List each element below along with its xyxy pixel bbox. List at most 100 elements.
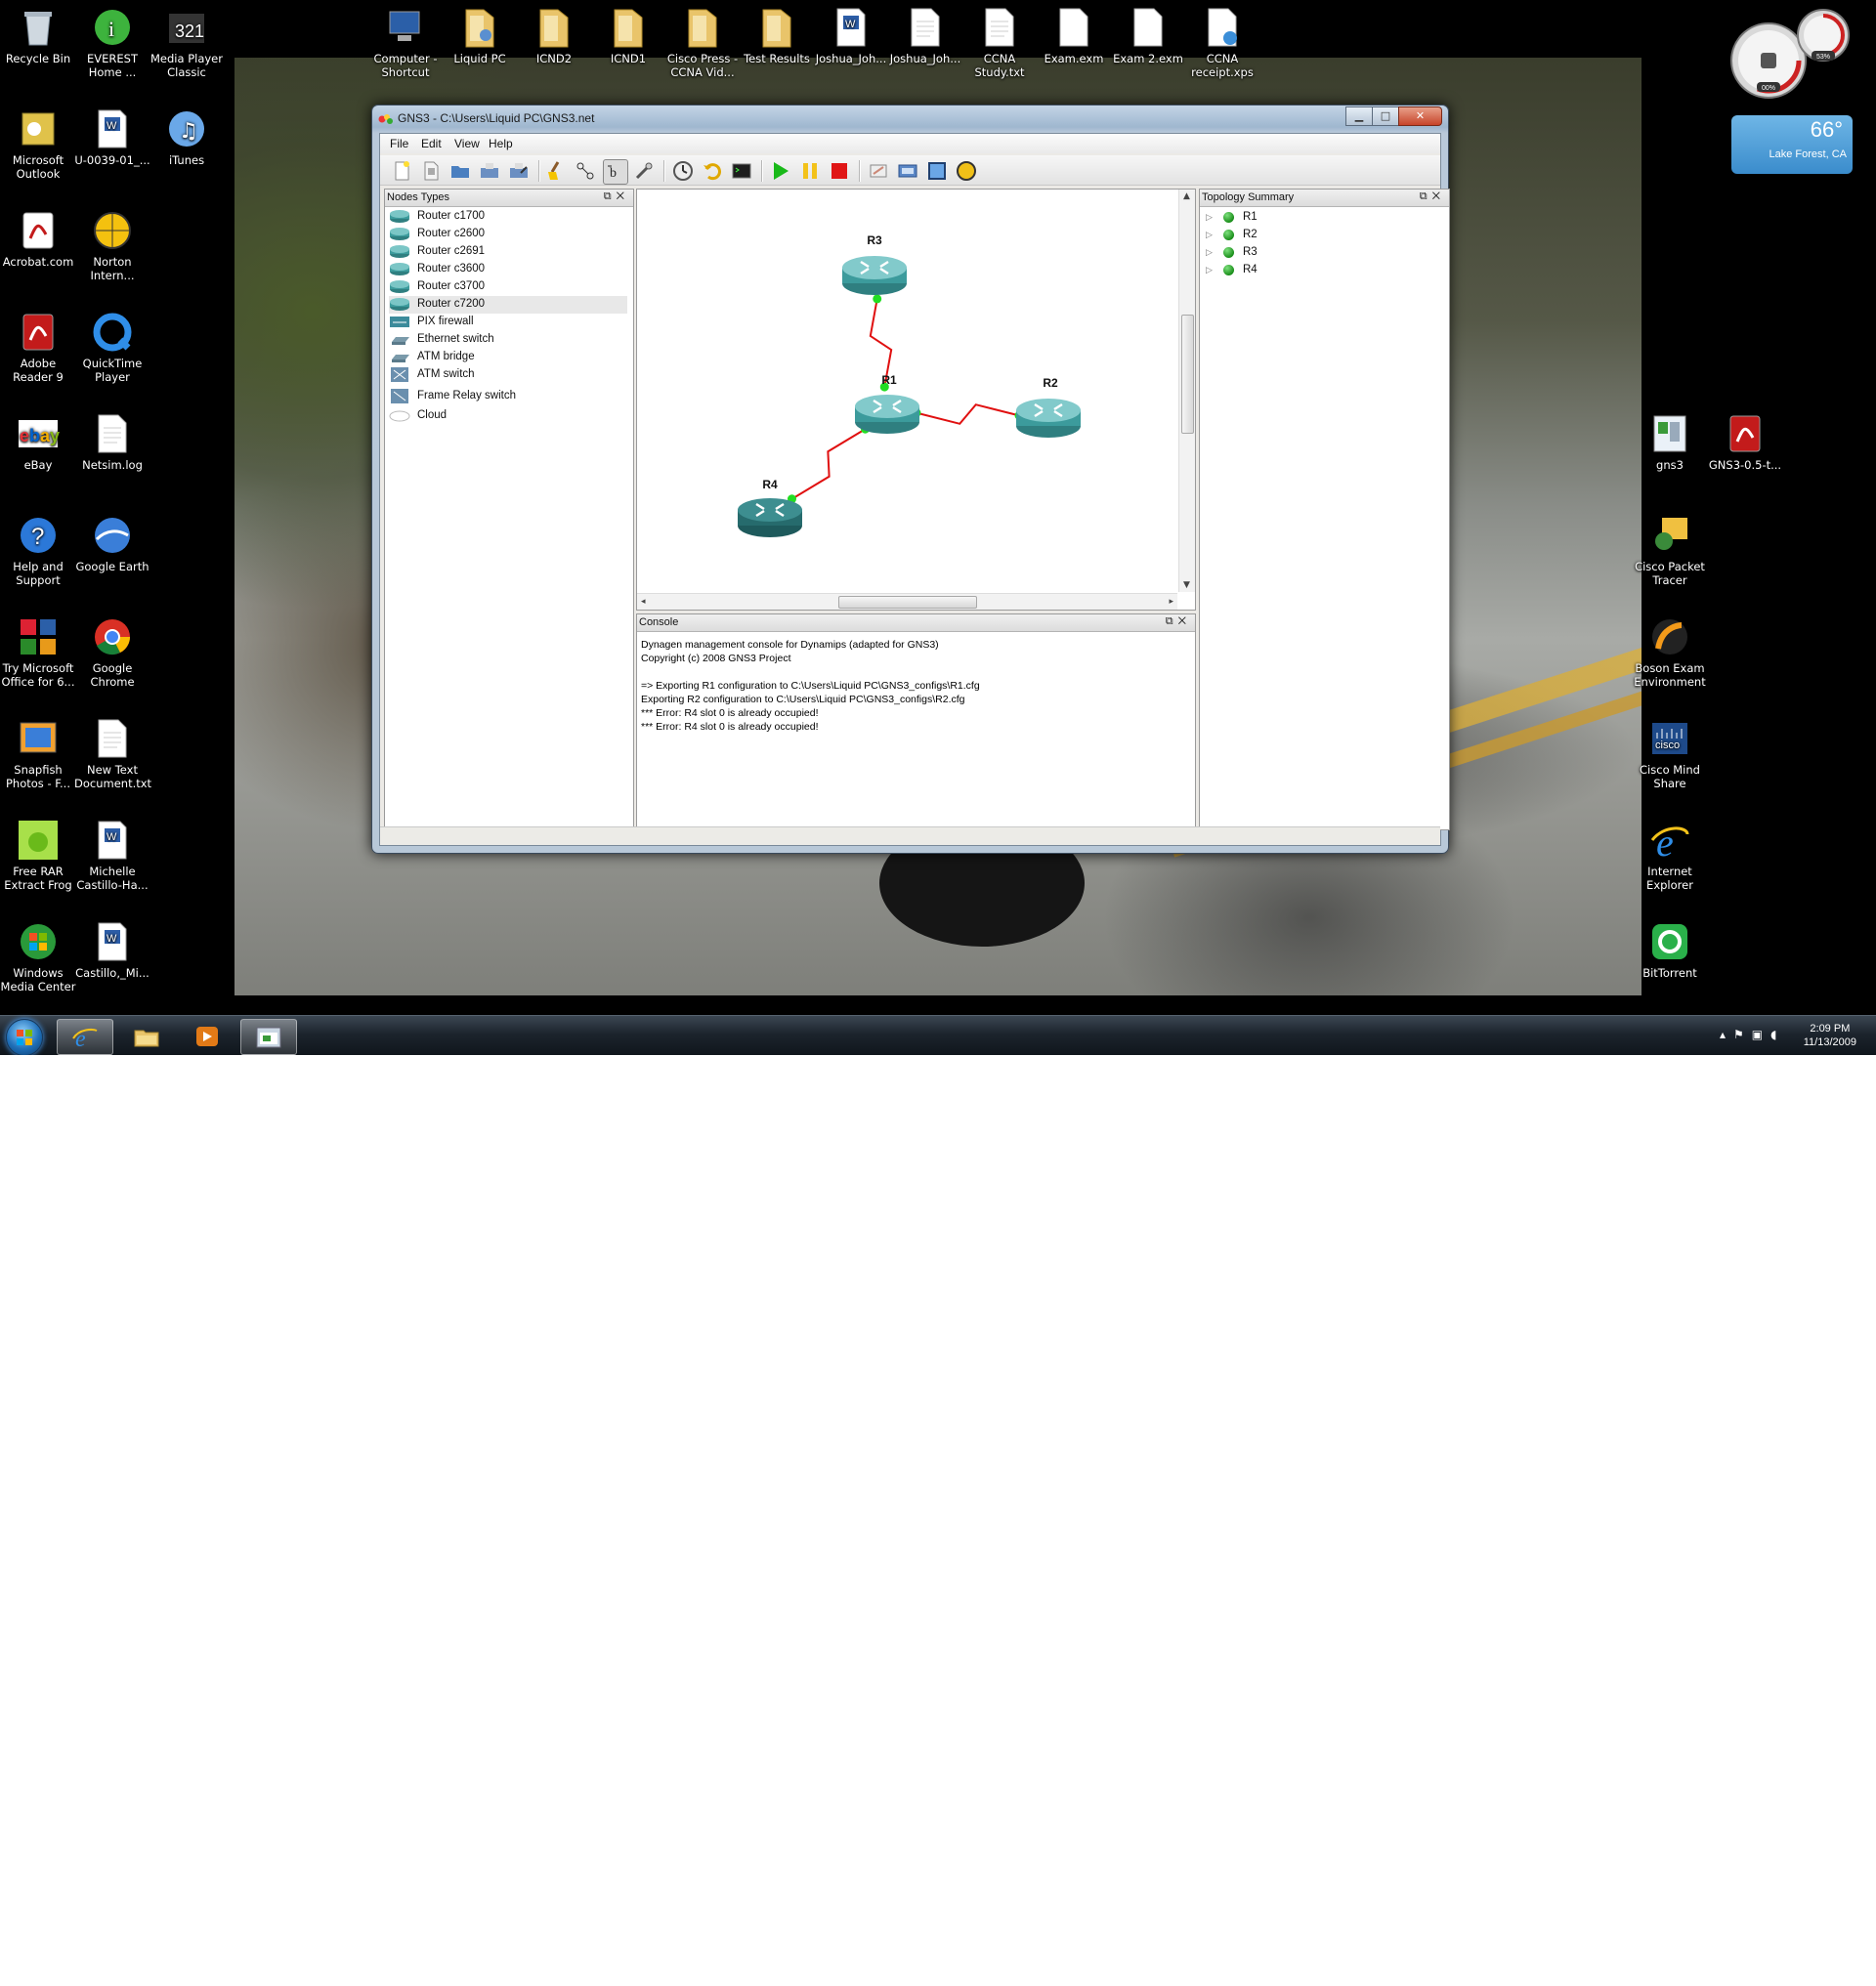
console-icon[interactable] xyxy=(730,159,753,183)
desktop-icon-itunes[interactable]: ♫ iTunes xyxy=(149,102,225,167)
desktop-icon-help[interactable]: ? Help and Support xyxy=(0,508,76,587)
float-icon[interactable]: ⧉ xyxy=(1420,190,1432,202)
expand-arrow-icon[interactable]: ▷ xyxy=(1206,212,1213,223)
desktop-icon-ebay[interactable]: ebay eBay xyxy=(0,406,76,472)
desktop-icon-outlook[interactable]: Microsoft Outlook xyxy=(0,102,76,181)
horizontal-scrollbar[interactable]: ◂ ▸ xyxy=(637,593,1177,610)
desktop-icon-word-document[interactable]: W Michelle Castillo-Ha... xyxy=(74,813,150,892)
node-type-item[interactable]: Cloud xyxy=(389,407,627,425)
desktop-icon-word-document[interactable]: W U-0039-01_... xyxy=(74,102,150,167)
desktop-icon-everest[interactable]: i EVEREST Home ... xyxy=(74,0,150,79)
desktop-icon-media-player-classic[interactable]: 321 Media Player Classic xyxy=(149,0,225,79)
desktop-icon-recycle-bin[interactable]: Recycle Bin xyxy=(0,0,76,65)
desktop-icon-quicktime[interactable]: QuickTime Player xyxy=(74,305,150,384)
desktop-icon-boson[interactable]: Boson Exam Environment xyxy=(1632,610,1708,689)
note-icon[interactable] xyxy=(867,159,890,183)
select-icon[interactable] xyxy=(574,159,597,183)
show-hidden-icons-icon[interactable]: ▴ xyxy=(1720,1028,1733,1041)
taskbar-explorer[interactable] xyxy=(119,1019,174,1053)
desktop-icon-media-center[interactable]: Windows Media Center xyxy=(0,914,76,993)
console-output[interactable]: Dynagen management console for Dynamips … xyxy=(637,632,1195,829)
action-center-flag-icon[interactable]: ⚑ xyxy=(1733,1028,1752,1041)
desktop-icon-text-file[interactable]: CCNA Study.txt xyxy=(961,0,1038,79)
node-type-item[interactable]: Router c3600 xyxy=(389,261,627,278)
expand-arrow-icon[interactable]: ▷ xyxy=(1206,230,1213,240)
desktop-icon-text-file[interactable]: Joshua_Joh... xyxy=(887,0,963,65)
start-button[interactable] xyxy=(6,1019,43,1055)
start-icon[interactable] xyxy=(769,159,792,183)
node-type-item[interactable]: Router c1700 xyxy=(389,208,627,226)
desktop-icon-text-file[interactable]: New Text Document.txt xyxy=(74,711,151,790)
scroll-right-icon[interactable]: ▸ xyxy=(1169,597,1173,607)
desktop-icon-text-file[interactable]: Netsim.log xyxy=(74,406,150,472)
node-type-item[interactable]: ATM bridge xyxy=(389,349,627,366)
desktop-icon-acrobat[interactable]: Acrobat.com xyxy=(0,203,76,269)
stop-icon[interactable] xyxy=(828,159,851,183)
router-r1[interactable] xyxy=(855,395,919,434)
menu-edit[interactable]: Edit xyxy=(421,137,442,150)
capture-icon[interactable] xyxy=(632,159,656,183)
float-icon[interactable]: ⧉ xyxy=(604,190,617,202)
taskbar-media-player[interactable] xyxy=(180,1019,234,1053)
desktop-icon-word-document[interactable]: W Castillo,_Mi... xyxy=(74,914,150,980)
vertical-scrollbar[interactable]: ▲ ▼ xyxy=(1178,190,1195,592)
desktop-icon-adobe-reader[interactable]: Adobe Reader 9 xyxy=(0,305,76,384)
float-icon[interactable]: ⧉ xyxy=(1166,615,1178,627)
node-type-item[interactable]: ATM switch xyxy=(389,366,627,384)
taskbar-internet-explorer[interactable]: e xyxy=(57,1019,113,1055)
new-icon[interactable] xyxy=(390,159,413,183)
menu-help[interactable]: Help xyxy=(489,137,513,150)
panel-buttons[interactable]: ⧉✕ xyxy=(604,190,629,203)
desktop-icon-xps-file[interactable]: CCNA receipt.xps xyxy=(1184,0,1260,79)
desktop-icon-blank-file[interactable]: Exam 2.exm xyxy=(1110,0,1186,65)
close-window-button[interactable]: ✕ xyxy=(1398,106,1442,126)
desktop-icon-cisco[interactable]: cisco Cisco Mind Share xyxy=(1632,711,1708,790)
desktop-icon-office[interactable]: Try Microsoft Office for 6... xyxy=(0,610,76,689)
desktop-icon-user-folder[interactable]: Liquid PC xyxy=(442,0,518,65)
desktop-icon-packet-tracer[interactable]: Cisco Packet Tracer xyxy=(1632,508,1708,587)
desktop-icon-chrome[interactable]: Google Chrome xyxy=(74,610,150,689)
taskbar-gns3[interactable] xyxy=(240,1019,297,1055)
clock-icon[interactable] xyxy=(671,159,695,183)
serial-link-r1-r2[interactable] xyxy=(916,403,1020,425)
desktop-icon-gns3-shortcut[interactable]: gns3 xyxy=(1632,406,1708,472)
expand-arrow-icon[interactable]: ▷ xyxy=(1206,247,1213,258)
scroll-down-icon[interactable]: ▼ xyxy=(1183,580,1190,590)
vertical-scroll-thumb[interactable] xyxy=(1181,315,1194,434)
minimize-button[interactable]: ▁ xyxy=(1345,106,1373,126)
router-r2[interactable] xyxy=(1016,399,1081,438)
rectangle-icon[interactable] xyxy=(925,159,949,183)
menu-file[interactable]: File xyxy=(390,137,408,150)
desktop-icon-folder[interactable]: ICND2 xyxy=(516,0,592,65)
desktop-icon-norton[interactable]: Norton Intern... xyxy=(74,203,150,282)
network-icon[interactable]: ▣ xyxy=(1752,1028,1770,1041)
save-as-icon[interactable] xyxy=(507,159,531,183)
close-icon[interactable]: ✕ xyxy=(1432,190,1445,202)
topology-canvas[interactable]: R3 R1 R2 R4 ▲ ▼ ◂ ▸ xyxy=(636,189,1196,611)
open-icon[interactable] xyxy=(419,159,443,183)
node-type-item[interactable]: PIX firewall xyxy=(389,314,627,331)
scroll-up-icon[interactable]: ▲ xyxy=(1183,191,1190,201)
panel-buttons[interactable]: ⧉✕ xyxy=(1420,190,1445,203)
pause-icon[interactable] xyxy=(798,159,822,183)
taskbar-clock[interactable]: 2:09 PM 11/13/2009 xyxy=(1804,1022,1856,1049)
cpu-meter-gadget[interactable]: 00% 53% xyxy=(1729,8,1856,102)
clear-icon[interactable] xyxy=(544,159,568,183)
node-type-item[interactable]: Frame Relay switch xyxy=(389,388,627,405)
desktop-icon-pdf[interactable]: GNS3-0.5-t... xyxy=(1707,406,1783,472)
desktop-icon-rar-frog[interactable]: Free RAR Extract Frog xyxy=(0,813,76,892)
add-link-icon[interactable]: b xyxy=(603,159,628,185)
panel-buttons[interactable]: ⧉✕ xyxy=(1166,615,1191,628)
node-type-item[interactable]: Ethernet switch xyxy=(389,331,627,349)
desktop-icon-folder[interactable]: Cisco Press - CCNA Vid... xyxy=(664,0,741,79)
router-r3[interactable] xyxy=(842,256,907,295)
node-type-item[interactable]: Router c2691 xyxy=(389,243,627,261)
weather-gadget[interactable]: 66° Lake Forest, CA xyxy=(1731,115,1853,174)
screenshot-icon[interactable] xyxy=(896,159,919,183)
menu-view[interactable]: View xyxy=(454,137,480,150)
maximize-button[interactable]: □ xyxy=(1372,106,1399,126)
volume-icon[interactable]: ◖ xyxy=(1770,1028,1784,1041)
node-type-item[interactable]: Router c2600 xyxy=(389,226,627,243)
desktop-icon-internet-explorer[interactable]: e Internet Explorer xyxy=(1632,813,1708,892)
close-icon[interactable]: ✕ xyxy=(617,190,629,202)
